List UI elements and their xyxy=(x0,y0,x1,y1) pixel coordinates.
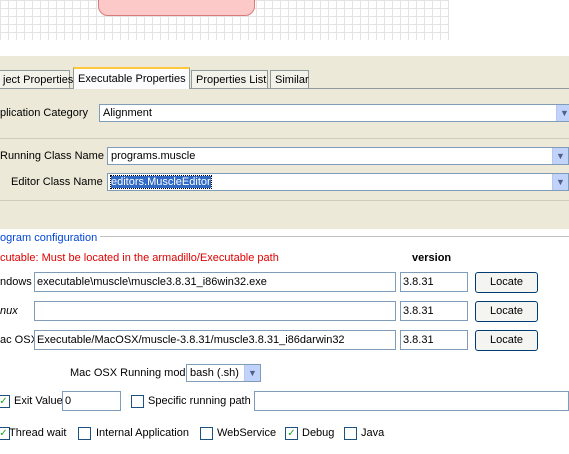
exit-value-input[interactable]: 0 xyxy=(62,391,121,411)
tab-properties-list[interactable]: Properties List xyxy=(191,70,268,88)
executable-warning: cutable: Must be located in the armadill… xyxy=(0,252,279,264)
editor-class-select[interactable]: editors.MuscleEditor ▼ xyxy=(107,173,569,191)
program-configuration-title: ogram configuration xyxy=(0,232,101,244)
exit-value-label: Exit Value xyxy=(14,395,63,407)
version-header: version xyxy=(412,252,452,264)
linux-locate-button[interactable]: Locate xyxy=(475,301,538,322)
java-checkbox[interactable] xyxy=(344,427,357,440)
editor-class-label: Editor Class Name xyxy=(11,176,103,188)
running-class-label: Running Class Name xyxy=(0,150,104,162)
webservice-label: WebService xyxy=(217,427,277,439)
debug-checkbox[interactable]: ✓ xyxy=(285,427,298,440)
running-class-select[interactable]: programs.muscle ▼ xyxy=(107,147,569,165)
java-label: Java xyxy=(361,427,385,439)
windows-version-input[interactable]: 3.8.31 xyxy=(400,272,468,292)
windows-locate-button[interactable]: Locate xyxy=(475,272,538,293)
webservice-checkbox[interactable] xyxy=(200,427,213,440)
tab-executable-properties[interactable]: Executable Properties xyxy=(73,67,190,89)
mac-running-mode-select[interactable]: bash (.sh) ▼ xyxy=(186,364,261,382)
exit-value-checkbox[interactable]: ✓ xyxy=(0,395,10,408)
mac-running-mode-label: Mac OSX Running mode xyxy=(70,367,192,379)
tab-similar[interactable]: Similar xyxy=(270,70,309,88)
workflow-node[interactable] xyxy=(98,0,255,16)
macosx-version-input[interactable]: 3.8.31 xyxy=(400,330,468,350)
section-divider xyxy=(0,200,569,201)
chevron-down-icon[interactable]: ▼ xyxy=(552,148,568,164)
chevron-down-icon[interactable]: ▼ xyxy=(244,365,260,381)
mac-running-mode-value: bash (.sh) xyxy=(190,367,239,379)
specific-running-path-input[interactable] xyxy=(254,391,569,411)
debug-label: Debug xyxy=(302,427,335,439)
specific-running-path-checkbox[interactable] xyxy=(131,395,144,408)
application-category-label: plication Category xyxy=(0,107,89,119)
linux-path-input[interactable] xyxy=(34,301,396,321)
macosx-label: ac OSX xyxy=(0,334,38,346)
windows-label: ndows xyxy=(0,276,32,288)
macosx-path-input[interactable]: Executable/MacOSX/muscle-3.8.31/muscle3.… xyxy=(34,330,396,350)
windows-path-input[interactable]: executable\muscle\muscle3.8.31_i86win32.… xyxy=(34,272,396,292)
application-category-value: Alignment xyxy=(103,107,152,119)
editor-class-value: editors.MuscleEditor xyxy=(110,175,212,189)
chevron-down-icon[interactable]: ▼ xyxy=(556,105,569,121)
application-category-select[interactable]: Alignment ▼ xyxy=(99,104,569,122)
running-class-value: programs.muscle xyxy=(111,150,196,162)
linux-version-input[interactable]: 3.8.31 xyxy=(400,301,468,321)
specific-running-path-label: Specific running path xyxy=(148,395,251,407)
linux-label: nux xyxy=(0,305,18,317)
internal-application-label: Internal Application xyxy=(96,427,189,439)
thread-wait-label: Thread wait xyxy=(9,427,67,439)
chevron-down-icon[interactable]: ▼ xyxy=(552,174,568,190)
internal-application-checkbox[interactable] xyxy=(78,427,91,440)
section-divider xyxy=(0,138,569,139)
macosx-locate-button[interactable]: Locate xyxy=(475,330,538,351)
tab-object-properties[interactable]: ject Properties xyxy=(0,70,73,88)
